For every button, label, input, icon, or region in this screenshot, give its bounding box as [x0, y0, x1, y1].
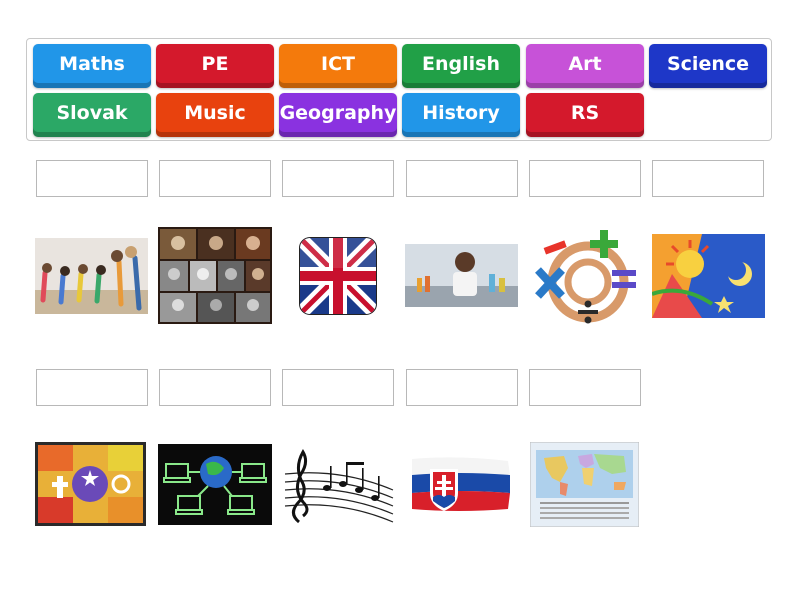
tile-history[interactable]: History: [402, 93, 520, 137]
drop-slot[interactable]: [36, 369, 148, 406]
drop-slot[interactable]: [529, 160, 641, 197]
tile-slovak[interactable]: Slovak: [33, 93, 151, 137]
tile-pe[interactable]: PE: [156, 44, 274, 88]
tile-english[interactable]: English: [402, 44, 520, 88]
tile-geography[interactable]: Geography: [279, 93, 397, 137]
drop-slot[interactable]: [36, 160, 148, 197]
drop-slot[interactable]: [282, 369, 394, 406]
tile-ict[interactable]: ICT: [279, 44, 397, 88]
tile-maths[interactable]: Maths: [33, 44, 151, 88]
pe-exercise-image: [35, 238, 148, 314]
history-portraits-image: [158, 227, 272, 324]
drop-slot[interactable]: [652, 160, 764, 197]
ict-network-image: [158, 444, 272, 525]
maths-symbols-image: [528, 230, 642, 324]
drop-slot[interactable]: [406, 369, 518, 406]
music-notes-image: [281, 444, 395, 526]
drop-slot[interactable]: [282, 160, 394, 197]
drop-slot[interactable]: [406, 160, 518, 197]
drop-slot[interactable]: [529, 369, 641, 406]
science-lab-image: [405, 244, 518, 307]
tile-science[interactable]: Science: [649, 44, 767, 88]
drop-slot[interactable]: [159, 160, 271, 197]
tile-art[interactable]: Art: [526, 44, 644, 88]
union-jack-flag-image: [298, 236, 378, 316]
art-drawing-image: [652, 234, 765, 318]
slovak-flag-image: [408, 455, 513, 515]
religions-symbols-image: [35, 442, 146, 526]
tile-rs[interactable]: RS: [526, 93, 644, 137]
drop-slot[interactable]: [159, 369, 271, 406]
world-map-image: [530, 442, 639, 527]
tile-music[interactable]: Music: [156, 93, 274, 137]
